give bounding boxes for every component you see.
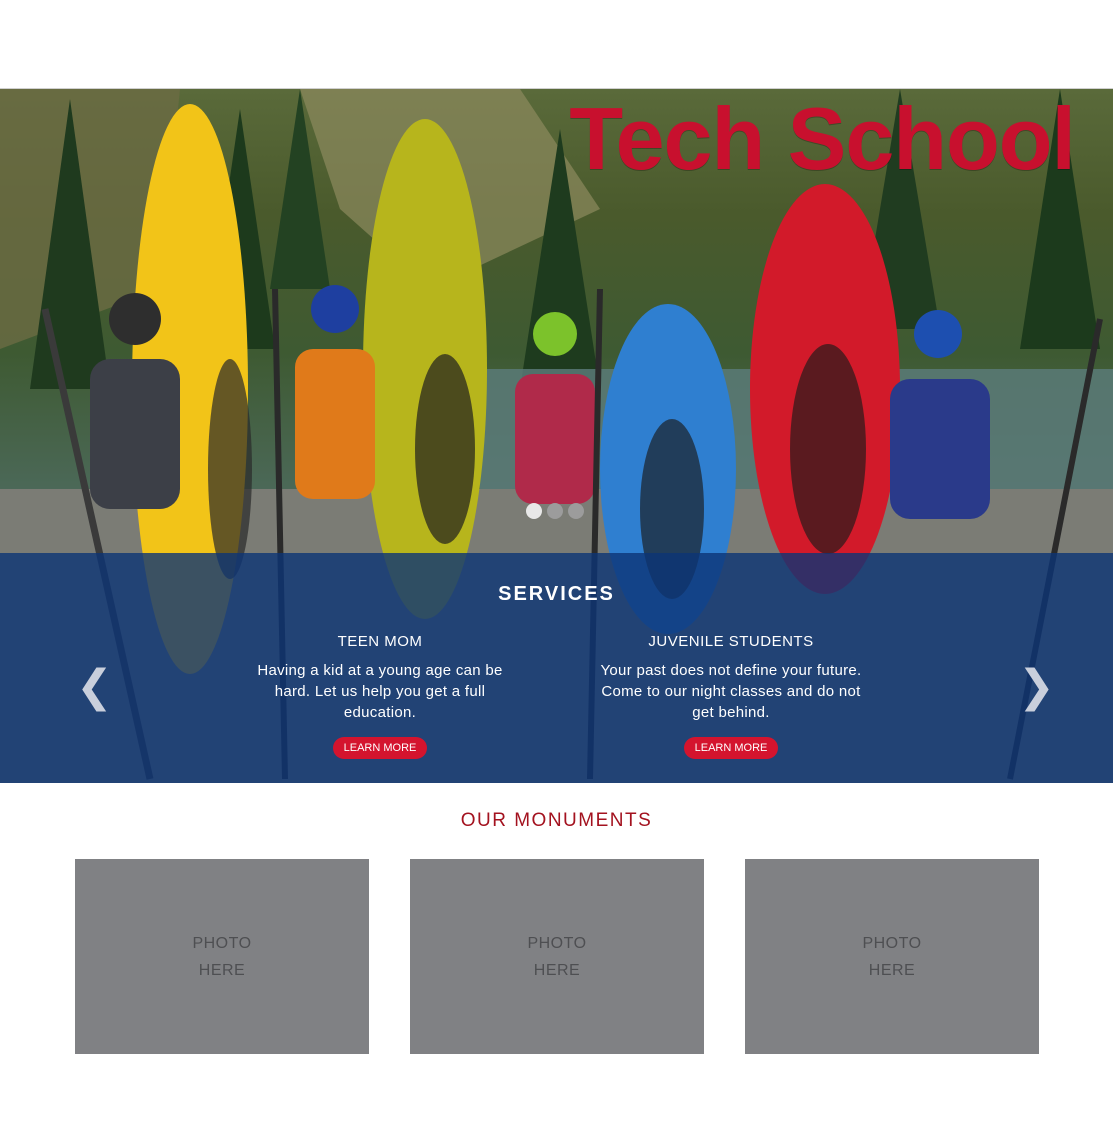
learn-more-button[interactable]: LEARN MORE <box>683 737 779 759</box>
photo-label-line1: PHOTO <box>192 934 252 952</box>
services-panel: SERVICES ❮ TEEN MOM Having a kid at a yo… <box>0 553 1113 783</box>
monument-photo-placeholder[interactable]: PHOTO HERE <box>75 859 369 1054</box>
carousel-dot-2[interactable] <box>547 503 563 519</box>
learn-more-button[interactable]: LEARN MORE <box>332 737 428 759</box>
carousel-dots <box>526 503 584 519</box>
photo-label-line2: HERE <box>533 961 581 979</box>
service-card-teen-mom: TEEN MOM Having a kid at a young age can… <box>245 633 515 759</box>
photo-label-line2: HERE <box>198 961 246 979</box>
service-description: Having a kid at a young age can be hard.… <box>257 662 503 721</box>
photo-label-line1: PHOTO <box>527 934 587 952</box>
monument-photo-placeholder[interactable]: PHOTO HERE <box>410 859 704 1054</box>
carousel-dot-3[interactable] <box>568 503 584 519</box>
service-card-juvenile-students: JUVENILE STUDENTS Your past does not def… <box>595 633 867 759</box>
carousel-dot-1[interactable] <box>526 503 542 519</box>
chevron-right-icon[interactable]: ❯ <box>1018 665 1055 709</box>
services-title: SERVICES <box>498 583 615 605</box>
monument-photo-placeholder[interactable]: PHOTO HERE <box>745 859 1039 1054</box>
chevron-left-icon[interactable]: ❮ <box>76 665 113 709</box>
service-description: Your past does not define your future. C… <box>600 662 862 721</box>
brand-title: Tech School <box>569 89 1076 188</box>
monuments-title: OUR MONUMENTS <box>460 810 653 831</box>
service-heading: JUVENILE STUDENTS <box>648 633 814 650</box>
service-heading: TEEN MOM <box>337 633 423 650</box>
hero-carousel[interactable]: Tech School SERVICES ❮ TEEN MOM Having a… <box>0 88 1113 783</box>
photo-label-line1: PHOTO <box>862 934 922 952</box>
photo-label-line2: HERE <box>868 961 916 979</box>
top-spacer <box>0 0 1113 88</box>
